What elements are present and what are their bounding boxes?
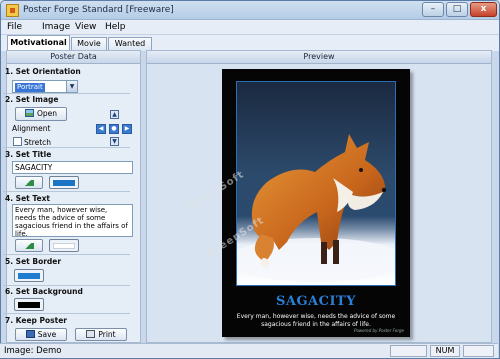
poster-photo xyxy=(236,81,396,286)
poster-data-header: Poster Data xyxy=(7,51,140,64)
divider xyxy=(3,191,130,192)
preview-header: Preview xyxy=(147,51,491,64)
stretch-label: Stretch xyxy=(24,138,52,147)
app-icon xyxy=(6,4,19,17)
divider xyxy=(3,285,130,286)
text-input[interactable]: Every man, however wise, needs the advic… xyxy=(12,204,133,237)
status-text: Image: Demo xyxy=(4,346,62,356)
save-button-label: Save xyxy=(37,330,57,339)
menu-bar: File Image View Help xyxy=(1,20,499,35)
orientation-value: Portrait xyxy=(15,83,45,92)
title-color-button[interactable] xyxy=(49,176,79,189)
text-color-button[interactable] xyxy=(49,239,79,252)
menu-help[interactable]: Help xyxy=(105,22,126,32)
set-image-label: 2. Set Image xyxy=(5,95,59,104)
font-icon xyxy=(25,243,34,249)
save-button[interactable]: Save xyxy=(15,328,67,341)
background-color-button[interactable] xyxy=(14,298,44,311)
title-input[interactable]: SAGACITY xyxy=(12,161,133,174)
menu-file[interactable]: File xyxy=(7,22,22,32)
menu-image[interactable]: Image xyxy=(42,22,70,32)
close-button[interactable]: x xyxy=(470,2,497,17)
poster-preview: SAGACITY Every man, however wise, needs … xyxy=(222,69,410,337)
border-color-swatch xyxy=(18,273,40,279)
divider xyxy=(3,93,130,94)
poster-text: Every man, however wise, needs the advic… xyxy=(236,313,396,328)
border-color-button[interactable] xyxy=(14,269,44,282)
status-cell xyxy=(390,345,427,357)
image-icon xyxy=(24,109,34,117)
status-bar: Image: Demo NUM xyxy=(0,343,498,358)
text-color-swatch xyxy=(53,243,75,249)
orientation-label: 1. Set Orientation xyxy=(5,67,81,76)
align-top-icon[interactable]: ▲ xyxy=(110,110,119,119)
set-background-label: 6. Set Background xyxy=(5,287,83,296)
minimize-icon: – xyxy=(430,4,436,14)
divider xyxy=(3,147,130,148)
title-color-swatch xyxy=(53,180,75,186)
maximize-button[interactable]: □ xyxy=(446,2,468,17)
close-icon: x xyxy=(480,4,487,14)
tab-motivational[interactable]: Motivational xyxy=(7,35,70,51)
align-right-icon[interactable]: ▶ xyxy=(122,124,132,134)
minimize-button[interactable]: – xyxy=(422,2,444,17)
align-bottom-icon[interactable]: ▼ xyxy=(110,137,119,146)
orientation-select[interactable]: Portrait ▼ xyxy=(12,80,78,93)
title-bar: Poster Forge Standard [Freeware] – □ x xyxy=(1,1,499,20)
window-title: Poster Forge Standard [Freeware] xyxy=(23,5,174,15)
print-button-label: Print xyxy=(98,330,116,339)
poster-title: SAGACITY xyxy=(275,294,357,309)
open-button-label: Open xyxy=(36,109,58,118)
stretch-checkbox[interactable] xyxy=(13,137,22,146)
alignment-label: Alignment xyxy=(12,124,51,133)
tab-movie[interactable]: Movie xyxy=(71,37,107,51)
print-button[interactable]: Print xyxy=(75,328,127,341)
set-title-label: 3. Set Title xyxy=(5,150,52,159)
tab-wanted[interactable]: Wanted xyxy=(108,37,152,51)
keep-poster-label: 7. Keep Poster xyxy=(5,316,67,325)
set-border-label: 5. Set Border xyxy=(5,257,62,266)
set-text-label: 4. Set Text xyxy=(5,194,50,203)
text-font-button[interactable] xyxy=(15,239,43,252)
menu-view[interactable]: View xyxy=(75,22,96,32)
maximize-icon: □ xyxy=(452,4,462,14)
align-center-icon[interactable]: ● xyxy=(109,124,119,134)
divider xyxy=(3,313,130,314)
num-lock-indicator: NUM xyxy=(430,345,460,357)
save-icon xyxy=(25,330,35,338)
print-icon xyxy=(86,330,96,338)
fox-illustration xyxy=(237,134,395,282)
open-image-button[interactable]: Open xyxy=(15,107,67,121)
poster-credit: Powered by Poster Forge xyxy=(354,328,404,333)
divider xyxy=(3,254,130,255)
dropdown-arrow-icon[interactable]: ▼ xyxy=(66,81,77,92)
align-left-icon[interactable]: ◀ xyxy=(96,124,106,134)
title-font-button[interactable] xyxy=(15,176,43,189)
tab-bar: Motivational Movie Wanted xyxy=(1,35,499,51)
font-icon xyxy=(25,180,34,186)
background-color-swatch xyxy=(18,302,40,308)
status-cell xyxy=(463,345,494,357)
